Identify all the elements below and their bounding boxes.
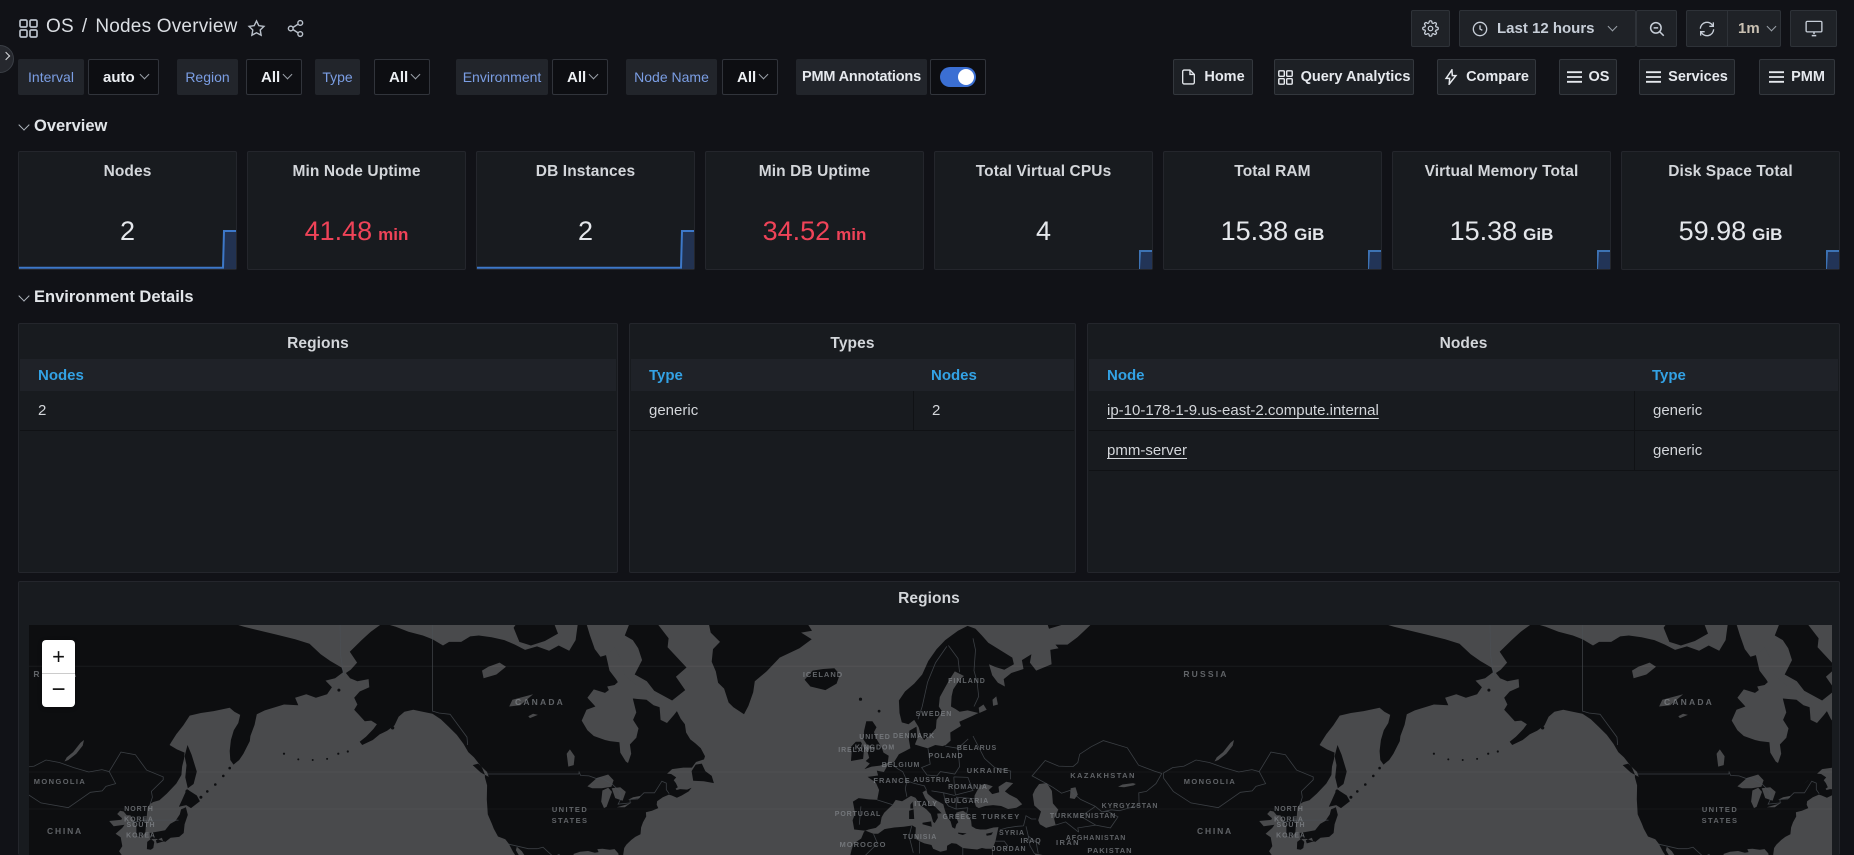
svg-text:IRAQ: IRAQ [1020, 838, 1041, 845]
svg-text:MONGOLIA: MONGOLIA [34, 777, 86, 786]
svg-text:POLAND: POLAND [929, 753, 964, 760]
svg-text:JORDAN: JORDAN [992, 846, 1027, 853]
svg-text:TUNISIA: TUNISIA [903, 834, 937, 841]
svg-text:FINLAND: FINLAND [948, 678, 986, 685]
svg-text:GREECE: GREECE [943, 814, 978, 821]
svg-text:KAZAKHSTAN: KAZAKHSTAN [1070, 771, 1136, 780]
svg-text:BELGIUM: BELGIUM [882, 762, 921, 769]
svg-text:CANADA: CANADA [515, 697, 565, 707]
svg-text:ROMANIA: ROMANIA [948, 784, 988, 791]
svg-text:BELARUS: BELARUS [957, 745, 997, 752]
svg-text:SWEDEN: SWEDEN [916, 711, 953, 718]
svg-text:ICELAND: ICELAND [803, 670, 843, 679]
svg-text:TURKEY: TURKEY [981, 812, 1020, 821]
svg-text:BULGARIA: BULGARIA [945, 798, 989, 805]
svg-text:RUSSIA: RUSSIA [1183, 669, 1228, 679]
svg-text:MOROCCO: MOROCCO [840, 840, 887, 849]
svg-text:IRELAND: IRELAND [838, 747, 875, 754]
svg-text:PORTUGAL: PORTUGAL [835, 811, 881, 818]
svg-text:FRANCE: FRANCE [873, 776, 910, 785]
svg-text:TURKMENISTAN: TURKMENISTAN [1050, 813, 1116, 820]
svg-text:AUSTRIA: AUSTRIA [913, 777, 950, 784]
svg-text:AFGHANISTAN: AFGHANISTAN [1066, 835, 1126, 842]
svg-text:ITALY: ITALY [914, 801, 938, 808]
svg-text:CHINA: CHINA [47, 826, 83, 836]
svg-text:DENMARK: DENMARK [893, 733, 935, 740]
svg-text:SYRIA: SYRIA [999, 830, 1025, 837]
svg-text:CANADA: CANADA [1664, 697, 1714, 707]
svg-text:KYRGYZSTAN: KYRGYZSTAN [1102, 803, 1159, 810]
svg-text:PAKISTAN: PAKISTAN [1087, 846, 1132, 855]
svg-text:CHINA: CHINA [1197, 826, 1233, 836]
svg-text:MONGOLIA: MONGOLIA [1184, 777, 1236, 786]
svg-text:UKRAINE: UKRAINE [967, 766, 1010, 775]
